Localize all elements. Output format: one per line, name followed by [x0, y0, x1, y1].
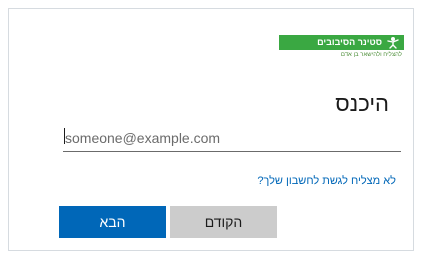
org-logo-tagline: להצליח ולהישאר בן אדם [340, 52, 402, 58]
next-button[interactable]: הבא [59, 206, 166, 238]
email-field[interactable] [63, 126, 401, 152]
figure-icon [387, 37, 399, 49]
page-title: היכנס [335, 91, 389, 116]
cant-access-account-link[interactable]: לא מצליח לגשת לחשבון שלך? [257, 175, 396, 187]
org-logo: סטינר הסיבובים להצליח ולהישאר בן אדם [279, 35, 404, 59]
text-cursor [64, 128, 65, 144]
back-button[interactable]: הקודם [170, 206, 277, 238]
